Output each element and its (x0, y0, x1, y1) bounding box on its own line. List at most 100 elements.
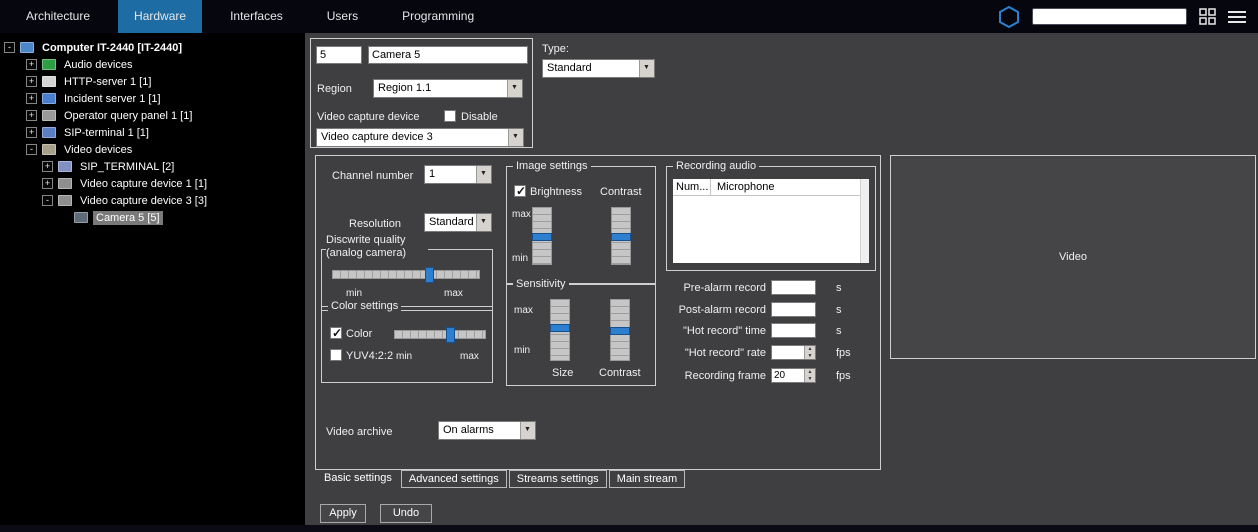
video-archive-label: Video archive (326, 426, 393, 438)
capture-device-icon (58, 178, 72, 189)
tree-item-sip-terminal[interactable]: + SIP-terminal 1 [1] (0, 124, 305, 141)
spinner-buttons[interactable]: ▲ ▼ (804, 369, 815, 382)
chevron-down-icon[interactable] (476, 214, 491, 231)
chevron-down-icon[interactable] (639, 60, 654, 77)
post-alarm-record-unit: s (836, 304, 842, 316)
capture-device-value: Video capture device 3 (321, 131, 433, 143)
image-contrast-slider[interactable] (611, 207, 631, 265)
table-scrollbar[interactable] (860, 179, 869, 263)
slider-handle[interactable] (532, 232, 552, 241)
expander-icon[interactable]: + (42, 161, 53, 172)
type-select[interactable]: Standard (542, 59, 655, 78)
recording-audio-table[interactable]: Num... Microphone (673, 179, 869, 263)
tree-item-label: Video devices (64, 143, 133, 156)
spin-down-icon[interactable]: ▼ (805, 353, 815, 360)
channel-number-select[interactable]: 1 (424, 165, 492, 184)
tree-item-incident-server[interactable]: + Incident server 1 [1] (0, 90, 305, 107)
tree-item-operator-query-panel[interactable]: + Operator query panel 1 [1] (0, 107, 305, 124)
color-slider[interactable] (394, 327, 486, 343)
tree-item-http-server[interactable]: + HTTP-server 1 [1] (0, 73, 305, 90)
tree-item-video-devices[interactable]: - Video devices (0, 141, 305, 158)
main-nav-tabs: Architecture Hardware Interfaces Users P… (10, 0, 502, 33)
nav-tab-programming[interactable]: Programming (386, 0, 490, 33)
apply-button[interactable]: Apply (320, 504, 366, 523)
audio-devices-icon (42, 59, 56, 70)
slider-handle[interactable] (424, 267, 434, 283)
chevron-down-icon[interactable] (507, 80, 522, 97)
region-value: Region 1.1 (378, 82, 432, 94)
yuv-checkbox[interactable] (330, 349, 342, 361)
slider-handle[interactable] (550, 324, 570, 332)
recording-frame-value: 20 (774, 370, 786, 381)
tree-item-camera-5[interactable]: Camera 5 [5] (0, 209, 305, 226)
tree-item-audio-devices[interactable]: + Audio devices (0, 56, 305, 73)
undo-button[interactable]: Undo (380, 504, 432, 523)
search-input[interactable] (1032, 8, 1187, 25)
tree-item-label: Video capture device 1 [1] (80, 177, 207, 190)
expander-icon[interactable]: - (42, 195, 53, 206)
resolution-select[interactable]: Standard (424, 213, 492, 232)
expander-icon[interactable]: + (26, 76, 37, 87)
video-devices-icon (42, 144, 56, 155)
video-archive-value: On alarms (443, 424, 494, 436)
region-select[interactable]: Region 1.1 (373, 79, 523, 98)
nav-tab-architecture[interactable]: Architecture (10, 0, 106, 33)
tree-item-computer[interactable]: - Computer IT-2440 [IT-2440] (0, 39, 305, 56)
expander-icon[interactable]: + (26, 93, 37, 104)
expander-icon[interactable]: + (26, 110, 37, 121)
nav-tab-interfaces[interactable]: Interfaces (214, 0, 299, 33)
chevron-down-icon[interactable] (476, 166, 491, 183)
camera-name-field[interactable] (368, 46, 528, 64)
recording-frame-stepper[interactable]: 20 ▲ ▼ (771, 368, 816, 383)
brightness-slider[interactable] (532, 207, 552, 265)
quality-min-label: min (346, 288, 363, 299)
discwrite-quality-slider[interactable] (332, 267, 480, 283)
hot-record-time-input[interactable] (771, 323, 816, 338)
incident-server-icon (42, 93, 56, 104)
tab-basic-settings[interactable]: Basic settings (317, 470, 399, 486)
tree-item-video-capture-device-3[interactable]: - Video capture device 3 [3] (0, 192, 305, 209)
sensitivity-min-label: min (514, 345, 531, 356)
column-header-microphone: Microphone (717, 181, 775, 193)
chevron-down-icon[interactable] (508, 129, 523, 146)
hamburger-menu-icon[interactable] (1228, 10, 1246, 24)
color-settings-group-label: Color settings (328, 300, 402, 313)
tree-item-video-capture-device-1[interactable]: + Video capture device 1 [1] (0, 175, 305, 192)
slider-handle[interactable] (611, 232, 631, 241)
app-window: Architecture Hardware Interfaces Users P… (0, 0, 1258, 532)
tree-item-sip-terminal-2[interactable]: + SIP_TERMINAL [2] (0, 158, 305, 175)
expander-icon[interactable]: + (26, 59, 37, 70)
pre-alarm-record-input[interactable] (771, 280, 816, 295)
expander-icon[interactable]: + (42, 178, 53, 189)
disable-checkbox[interactable] (444, 110, 456, 122)
camera-id-field[interactable] (316, 46, 362, 64)
tab-main-stream[interactable]: Main stream (608, 470, 686, 488)
spinner-buttons[interactable]: ▲ ▼ (804, 346, 815, 359)
chevron-down-icon[interactable] (520, 422, 535, 439)
expander-icon[interactable]: - (4, 42, 15, 53)
hot-record-rate-label: "Hot record" rate (684, 347, 766, 359)
capture-device-select[interactable]: Video capture device 3 (316, 128, 524, 147)
http-server-icon (42, 76, 56, 87)
video-archive-select[interactable]: On alarms (438, 421, 536, 440)
slider-handle[interactable] (446, 327, 456, 343)
region-label: Region (317, 83, 352, 95)
expander-icon[interactable]: - (26, 144, 37, 155)
nav-tab-users[interactable]: Users (311, 0, 374, 33)
nav-tab-hardware[interactable]: Hardware (118, 0, 203, 33)
brightness-checkbox[interactable] (514, 184, 526, 198)
post-alarm-record-input[interactable] (771, 302, 816, 317)
grid-windows-icon[interactable] (1199, 8, 1216, 25)
sensitivity-size-slider[interactable] (550, 299, 570, 361)
tab-streams-settings[interactable]: Streams settings (508, 470, 607, 488)
hot-record-rate-stepper[interactable]: ▲ ▼ (771, 345, 816, 360)
color-checkbox[interactable] (330, 326, 342, 340)
topbar-right-cluster (998, 5, 1246, 29)
spin-down-icon[interactable]: ▼ (805, 376, 815, 383)
tab-advanced-settings[interactable]: Advanced settings (400, 470, 507, 488)
hot-record-time-label: "Hot record" time (683, 325, 766, 337)
color-max-label: max (460, 351, 479, 362)
hot-record-time-unit: s (836, 325, 842, 337)
expander-icon[interactable]: + (26, 127, 37, 138)
column-header-num: Num... (673, 179, 711, 195)
